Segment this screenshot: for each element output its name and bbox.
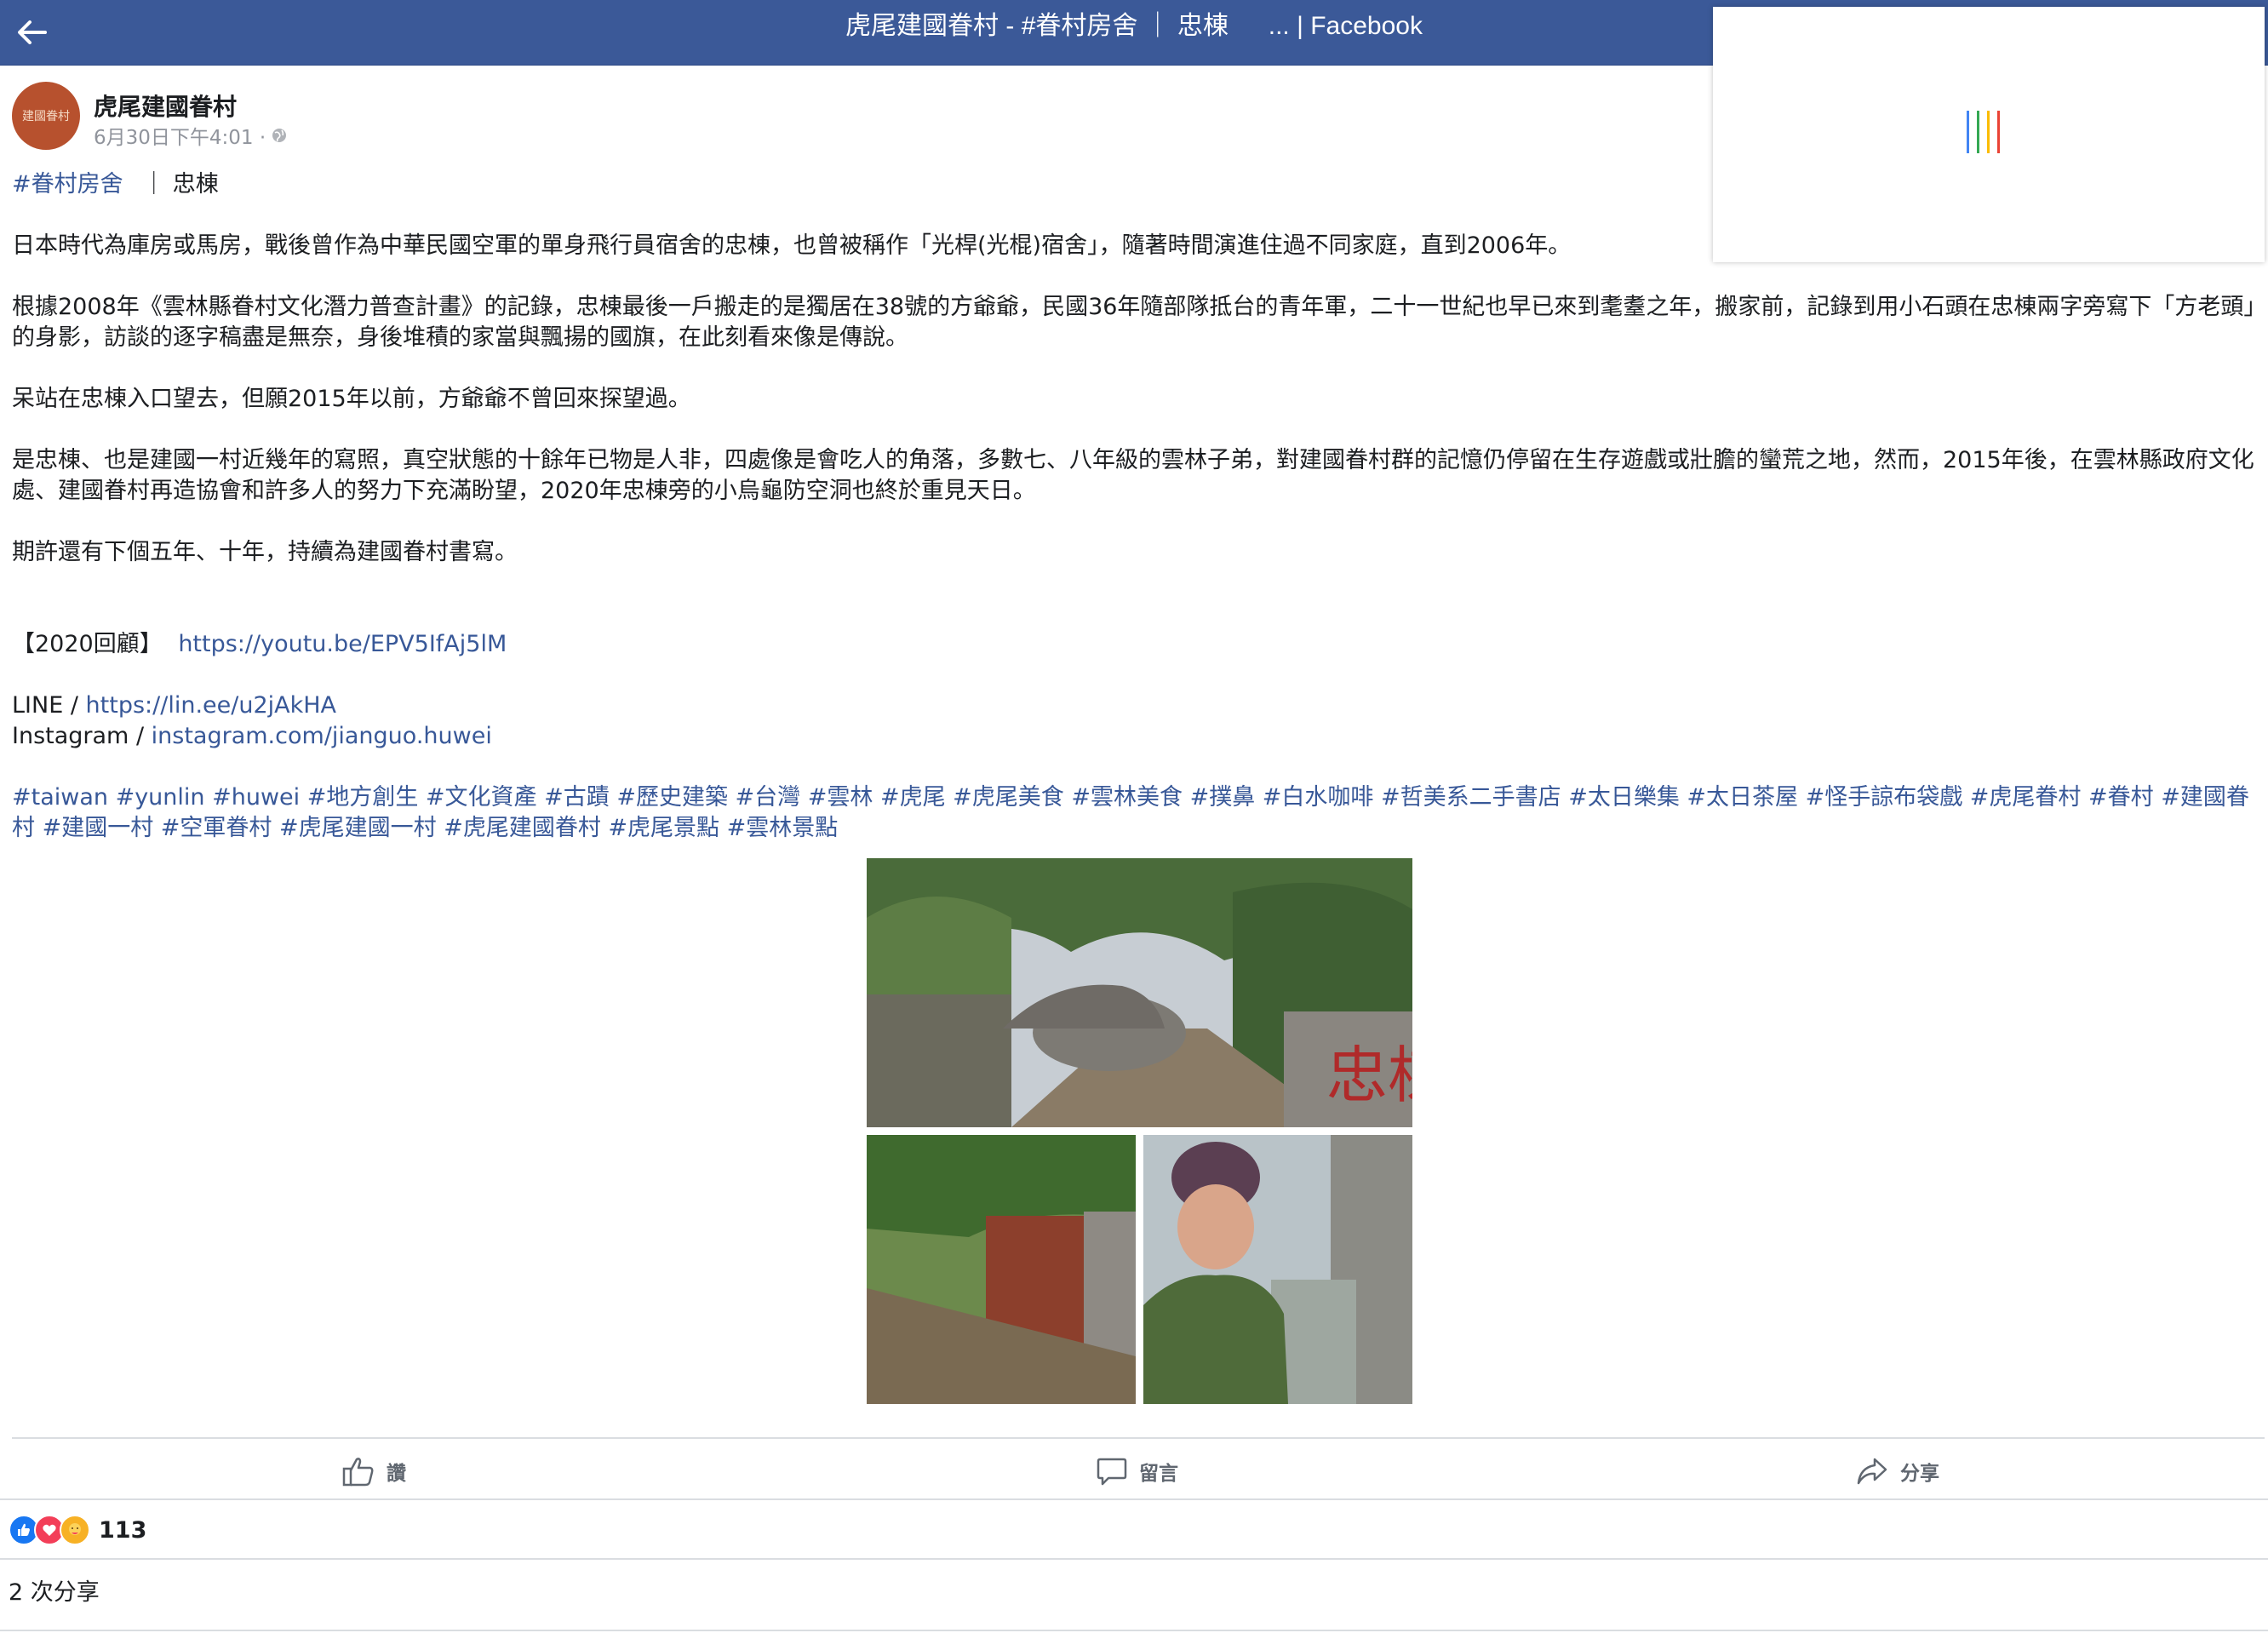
reaction-count: 113 <box>99 1516 147 1544</box>
divider <box>12 1437 2265 1439</box>
tag-line-text: ｜ 忠棟 <box>142 171 219 198</box>
share-arrow-icon <box>1857 1458 1887 1485</box>
like-button[interactable]: 讚 <box>342 1447 406 1495</box>
instagram-link[interactable]: instagram.com/jianguo.huwei <box>152 723 492 749</box>
post-timestamp[interactable]: 6月30日下午4:01 · <box>94 121 288 150</box>
paragraph: 根據2008年《雲林縣眷村文化潛力普查計畫》的記錄，忠棟最後一戶搬走的是獨居在3… <box>12 294 2255 351</box>
review-label: 【2020回顧】 <box>12 631 163 657</box>
line-contact: LINE / https://lin.ee/u2jAkHA <box>12 690 2259 721</box>
photo-alley[interactable]: 忠棟 <box>867 858 1412 1127</box>
thumbs-up-icon <box>342 1458 374 1487</box>
comment-label: 留言 <box>1139 1463 1178 1485</box>
paragraph: 期許還有下個五年、十年，持續為建國眷村書寫。 <box>12 539 518 565</box>
like-label: 讚 <box>387 1463 406 1485</box>
paragraph: 呆站在忠棟入口望去，但願2015年以前，方爺爺不曾回來探望過。 <box>12 386 691 412</box>
reactions-summary[interactable]: 113 <box>9 1515 146 1545</box>
hashtag-link[interactable]: #眷村房舍 <box>12 171 123 198</box>
timestamp-text: 6月30日下午4:01 · <box>94 127 266 149</box>
care-reaction-icon <box>60 1515 90 1545</box>
divider <box>0 1558 2268 1560</box>
photo-grid[interactable]: 忠棟 <box>867 858 1412 1404</box>
tag-line: #眷村房舍 ｜ 忠棟 <box>12 169 2259 200</box>
loading-spinner-icon <box>1958 111 2019 153</box>
review-line: 【2020回顧】 https://youtu.be/EPV5IfAj5lM <box>12 629 2259 660</box>
share-count[interactable]: 2 次分享 <box>9 1573 100 1607</box>
instagram-contact: Instagram / instagram.com/jianguo.huwei <box>12 721 2259 752</box>
youtube-link[interactable]: https://youtu.be/EPV5IfAj5lM <box>178 631 507 657</box>
hashtag-list[interactable]: #taiwan #yunlin #huwei #地方創生 #文化資產 #古蹟 #… <box>12 782 2259 844</box>
share-button[interactable]: 分享 <box>1856 1447 1939 1495</box>
photo-brick-wall[interactable] <box>867 1135 1136 1404</box>
globe-icon <box>272 129 287 142</box>
divider <box>0 1630 2268 1631</box>
comment-button[interactable]: 留言 <box>1097 1447 1178 1495</box>
line-label: LINE / <box>12 692 78 719</box>
avatar[interactable]: 建國眷村 <box>12 82 80 150</box>
share-label: 分享 <box>1900 1463 1939 1485</box>
instagram-label: Instagram / <box>12 723 145 749</box>
page-name-link[interactable]: 虎尾建國眷村 <box>94 89 237 123</box>
loading-popup <box>1713 7 2265 262</box>
line-link[interactable]: https://lin.ee/u2jAkHA <box>86 692 336 719</box>
avatar-logo-text: 建國眷村 <box>22 110 70 123</box>
paragraph: 是忠棟、也是建國一村近幾年的寫照，真空狀態的十餘年已物是人非，四處像是會吃人的角… <box>12 447 2254 504</box>
paragraph: 日本時代為庫房或馬房，戰後曾作為中華民國空軍的單身飛行員宿舍的忠棟，也曾被稱作「… <box>12 232 1572 259</box>
comment-bubble-icon <box>1097 1458 1127 1486</box>
sign-text: 忠棟 <box>1326 1040 1412 1111</box>
divider <box>0 1498 2268 1500</box>
photo-elderly-man[interactable] <box>1143 1135 1412 1404</box>
